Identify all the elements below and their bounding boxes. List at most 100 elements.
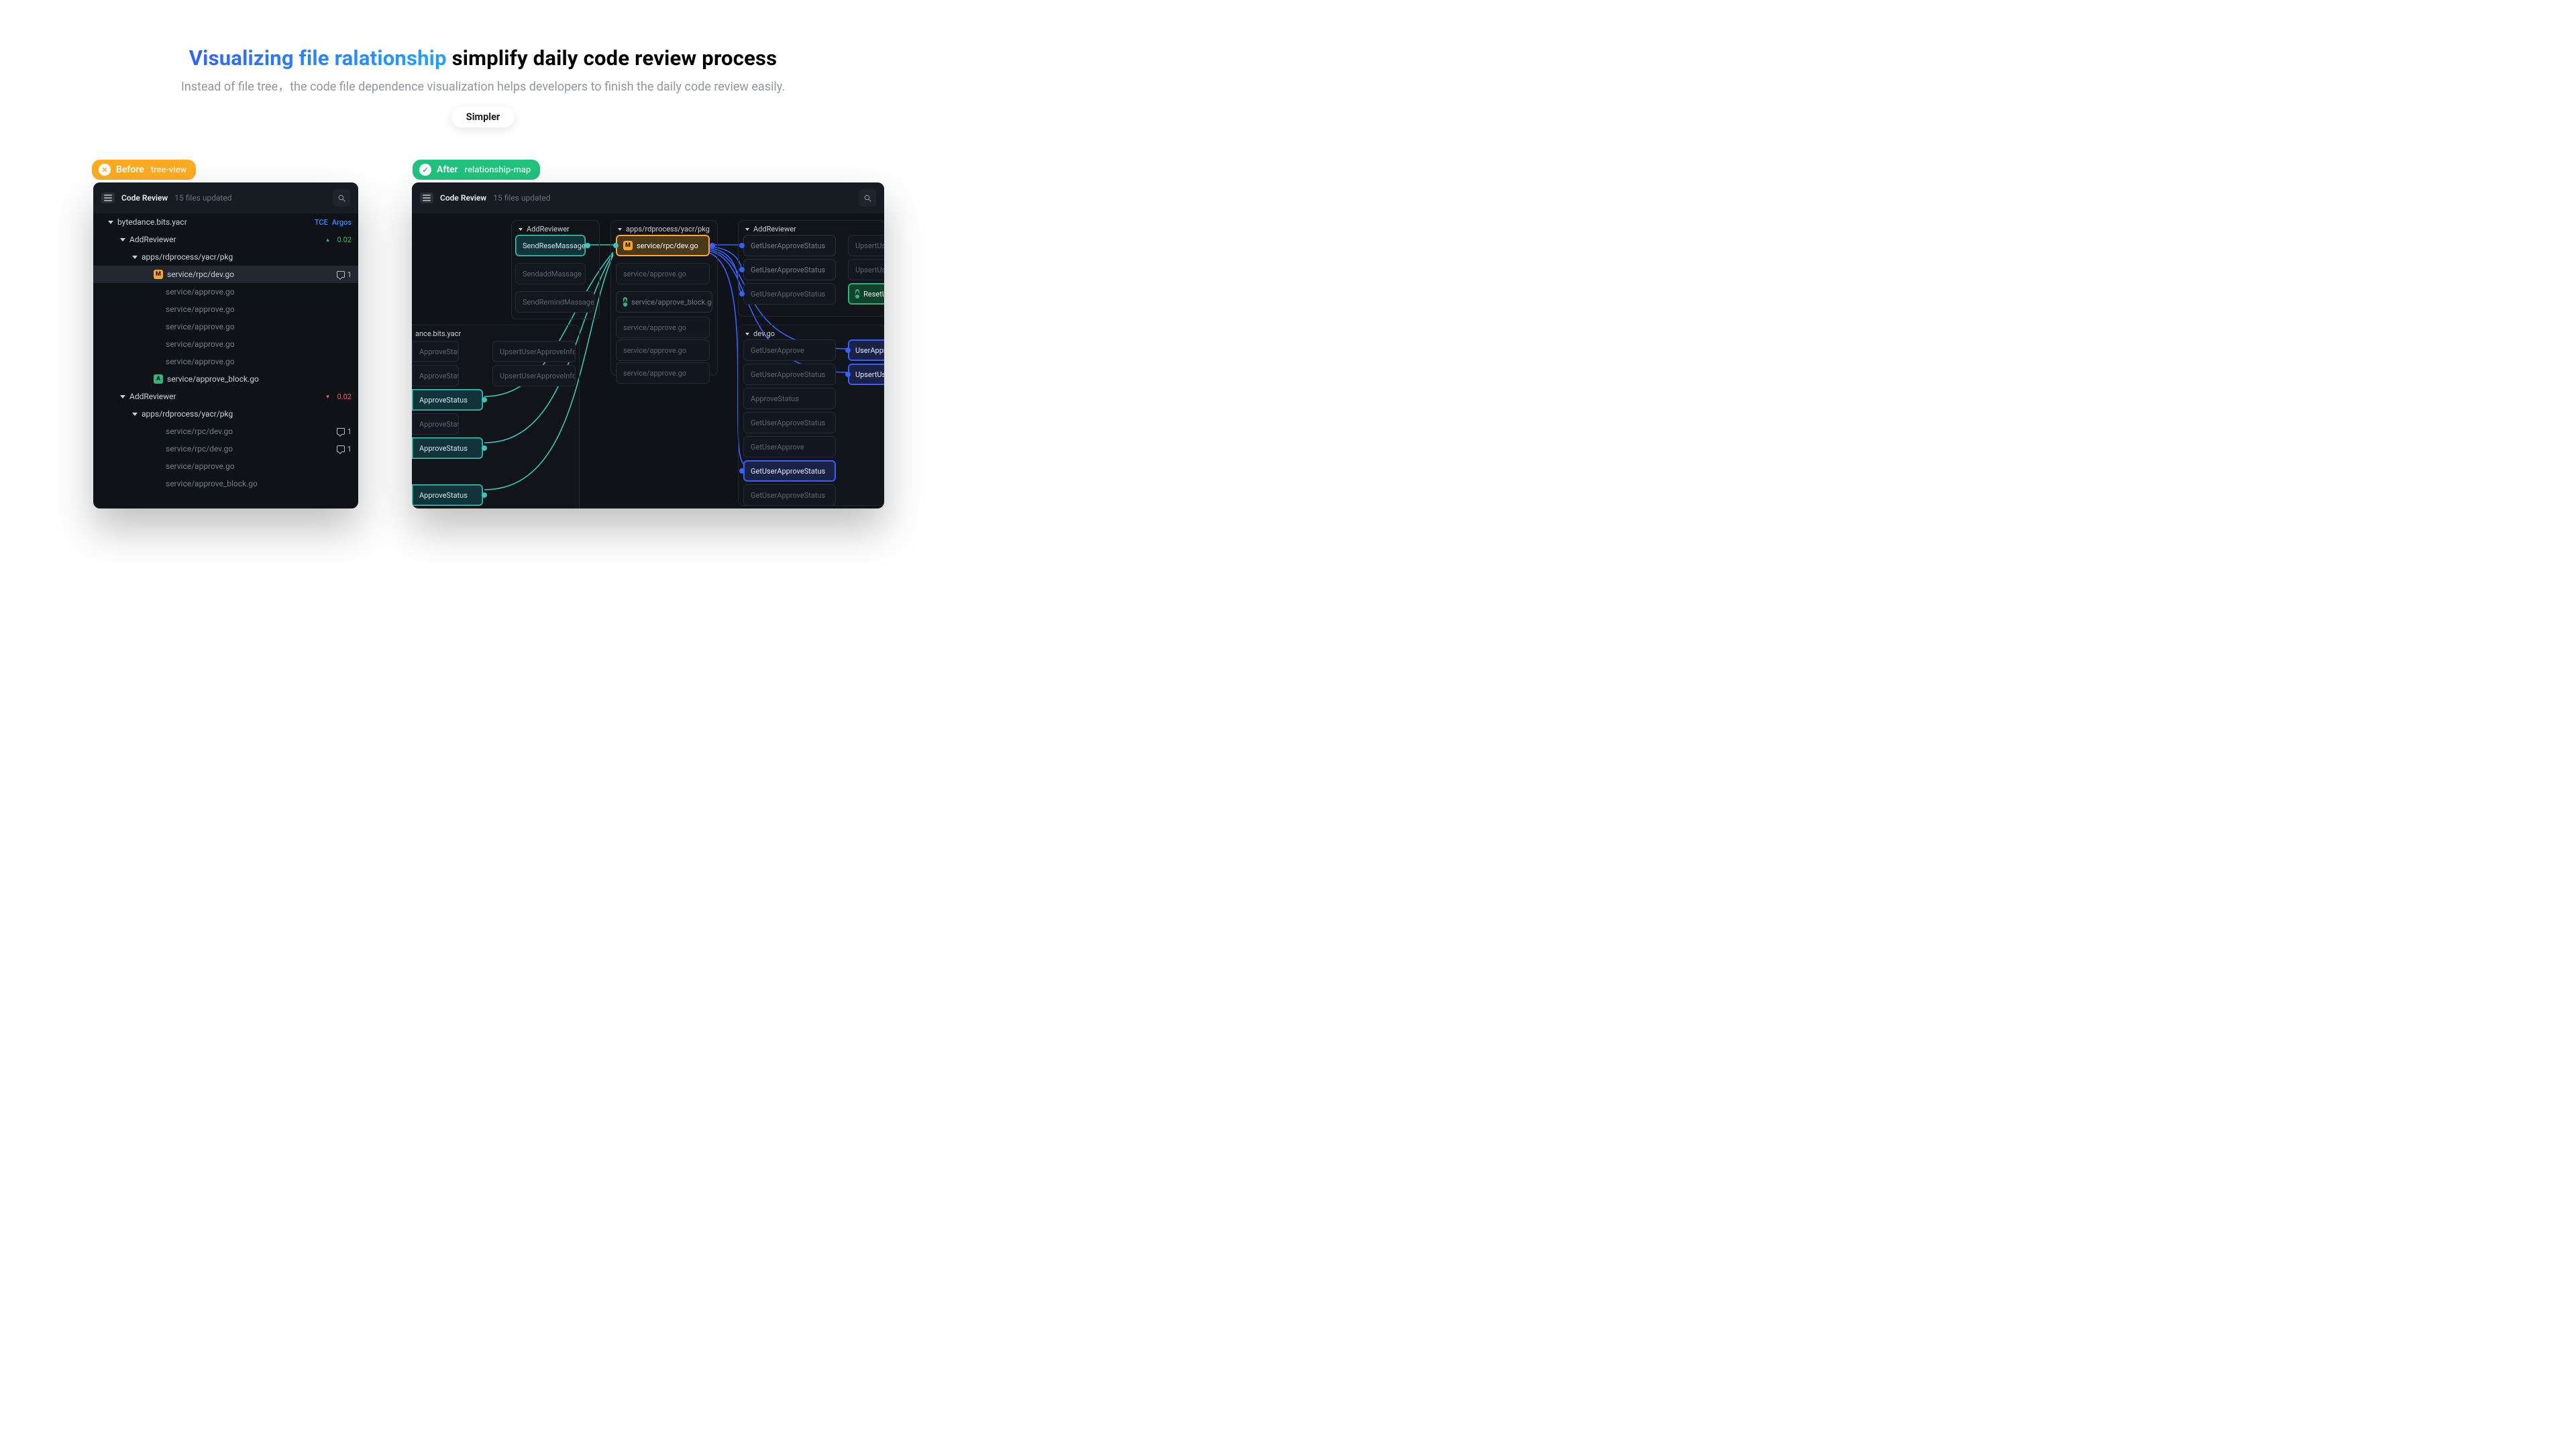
node-approve-status[interactable]: ApproveStatus	[412, 484, 483, 506]
node-approve-status[interactable]: ApproveStatus	[412, 389, 483, 411]
node-get-status[interactable]: GetUserApproveStatus	[743, 235, 836, 256]
panel-header: Code Review 15 files updated	[93, 182, 358, 213]
panel-header: Code Review 15 files updated	[412, 182, 884, 213]
added-icon: A	[623, 297, 627, 307]
node-approve-status[interactable]: ApproveStatus	[412, 341, 459, 362]
node-get-status[interactable]: GetUserApproveStatus	[743, 484, 836, 506]
search-icon	[337, 194, 346, 203]
comment-count[interactable]: 1	[337, 445, 352, 453]
node-get-user-approve[interactable]: GetUserApprove	[743, 339, 836, 361]
node-approve-status[interactable]: ApproveStatus	[412, 365, 459, 386]
relationship-canvas[interactable]: AddReviewer SendReseMassage SendaddMassa…	[412, 213, 884, 508]
port-in	[739, 243, 745, 248]
badge-after-label: After	[437, 164, 458, 175]
tree-row-group[interactable]: AddReviewer 0.02	[93, 388, 358, 405]
node-upsert-info[interactable]: UpsertUserApproveInfo	[492, 341, 576, 362]
added-icon: A	[154, 374, 163, 384]
node-upsert[interactable]: UpsertUserA	[848, 235, 884, 256]
panel-tree-view: Code Review 15 files updated bytedance.b…	[93, 182, 358, 508]
node-svc-approve-block[interactable]: Aservice/approve_block.go	[616, 291, 712, 313]
chevron-down-icon	[745, 333, 749, 335]
badge-after: After relationship-map	[413, 160, 540, 180]
node-svc-approve[interactable]: service/approve.go	[616, 339, 710, 361]
tree-row-file[interactable]: Mservice/rpc/dev.go 1	[93, 266, 358, 283]
node-upsert[interactable]: UpsertUserA	[848, 259, 884, 280]
tree-label: AddReviewer	[129, 235, 176, 244]
search-button[interactable]	[333, 189, 350, 207]
tree-label: service/approve.go	[166, 322, 235, 331]
tree-row-file[interactable]: service/approve.go	[93, 353, 358, 370]
tree-row-file[interactable]: service/rpc/dev.go 1	[93, 440, 358, 458]
node-user-approve[interactable]: UserApprove	[848, 339, 884, 361]
port-in	[739, 267, 745, 272]
node-svc-approve[interactable]: service/approve.go	[616, 263, 710, 284]
node-send-add[interactable]: SendaddMassage	[515, 263, 586, 284]
tree-row-pkg[interactable]: apps/rdprocess/yacr/pkg	[93, 405, 358, 423]
node-send-remind[interactable]: SendRemindMassage	[515, 291, 594, 313]
port-out	[482, 397, 487, 402]
link-tce[interactable]: TCE	[315, 218, 328, 227]
node-rpc-dev[interactable]: Mservice/rpc/dev.go	[616, 235, 710, 256]
tree-row-file[interactable]: service/approve.go	[93, 301, 358, 318]
node-approve-status[interactable]: ApproveStatus	[412, 413, 459, 435]
tree-label: service/approve.go	[166, 339, 235, 349]
tree-label: service/rpc/dev.go	[166, 444, 233, 453]
search-icon	[863, 194, 872, 203]
tree-label: bytedance.bits.yacr	[117, 217, 187, 227]
comment-count[interactable]: 1	[337, 270, 352, 279]
badge-after-sub: relationship-map	[465, 165, 531, 175]
node-approve-status[interactable]: ApproveStatus	[743, 388, 836, 409]
node-get-status[interactable]: GetUserApproveStatus	[743, 259, 836, 280]
panel-subtitle: 15 files updated	[174, 193, 231, 203]
node-get-user-approve[interactable]: GetUserApprove	[743, 436, 836, 458]
tree-row-pkg[interactable]: apps/rdprocess/yacr/pkg	[93, 248, 358, 266]
node-reset-user[interactable]: AResetUs	[848, 283, 884, 305]
close-icon	[99, 164, 111, 176]
tree-row-root[interactable]: bytedance.bits.yacr TCE Argos	[93, 213, 358, 231]
tree-row-file[interactable]: service/approve_block.go	[93, 475, 358, 492]
search-button[interactable]	[859, 189, 876, 207]
chevron-down-icon	[618, 228, 622, 231]
tree-row-file[interactable]: Aservice/approve_block.go	[93, 370, 358, 388]
port-in	[845, 347, 851, 353]
title-highlight: Visualizing file ralationship	[189, 46, 447, 70]
port-out	[482, 492, 487, 498]
comment-count[interactable]: 1	[337, 427, 352, 436]
port-out	[710, 243, 715, 248]
node-get-status[interactable]: GetUserApproveStatus	[743, 412, 836, 433]
badge-before-label: Before	[116, 164, 144, 175]
tree-label: service/approve_block.go	[167, 374, 259, 384]
tree-row-file[interactable]: service/approve.go	[93, 458, 358, 475]
tree-row-file[interactable]: service/approve.go	[93, 318, 358, 335]
node-send-rese[interactable]: SendReseMassage	[515, 235, 586, 256]
node-svc-approve[interactable]: service/approve.go	[616, 362, 710, 384]
link-argos[interactable]: Argos	[332, 218, 352, 227]
menu-icon[interactable]	[101, 193, 115, 203]
port-out	[482, 445, 487, 451]
node-approve-status[interactable]: ApproveStatus	[412, 437, 483, 459]
cluster-title: apps/rdprocess/yacr/pkg	[626, 225, 710, 233]
node-upsert-info[interactable]: UpsertUserApproveInfo	[492, 365, 576, 386]
node-svc-approve[interactable]: service/approve.go	[616, 317, 710, 338]
tree-label: service/approve_block.go	[166, 479, 258, 488]
badge-before-sub: tree-view	[151, 165, 187, 175]
node-get-status[interactable]: GetUserApproveStatus	[743, 364, 836, 385]
node-get-status[interactable]: GetUserApproveStatus	[743, 283, 836, 305]
tree-row-file[interactable]: service/approve.go	[93, 335, 358, 353]
added-icon: A	[855, 289, 859, 299]
node-get-status[interactable]: GetUserApproveStatus	[743, 460, 836, 482]
modified-icon: M	[154, 270, 163, 279]
tree-label: apps/rdprocess/yacr/pkg	[142, 252, 233, 262]
tree-label: apps/rdprocess/yacr/pkg	[142, 409, 233, 419]
comment-icon	[337, 445, 345, 452]
file-tree: bytedance.bits.yacr TCE Argos AddReviewe…	[93, 213, 358, 492]
port-in	[739, 291, 745, 297]
tree-label: service/rpc/dev.go	[166, 427, 233, 436]
tree-row-file[interactable]: service/approve.go	[93, 283, 358, 301]
node-upsert[interactable]: UpsertUserA	[848, 364, 884, 385]
tree-row-file[interactable]: service/rpc/dev.go 1	[93, 423, 358, 440]
menu-icon[interactable]	[420, 193, 433, 203]
cluster-title: ance.bits.yacr	[415, 329, 461, 338]
tree-row-group[interactable]: AddReviewer 0.02	[93, 231, 358, 248]
panel-title: Code Review	[121, 193, 168, 203]
